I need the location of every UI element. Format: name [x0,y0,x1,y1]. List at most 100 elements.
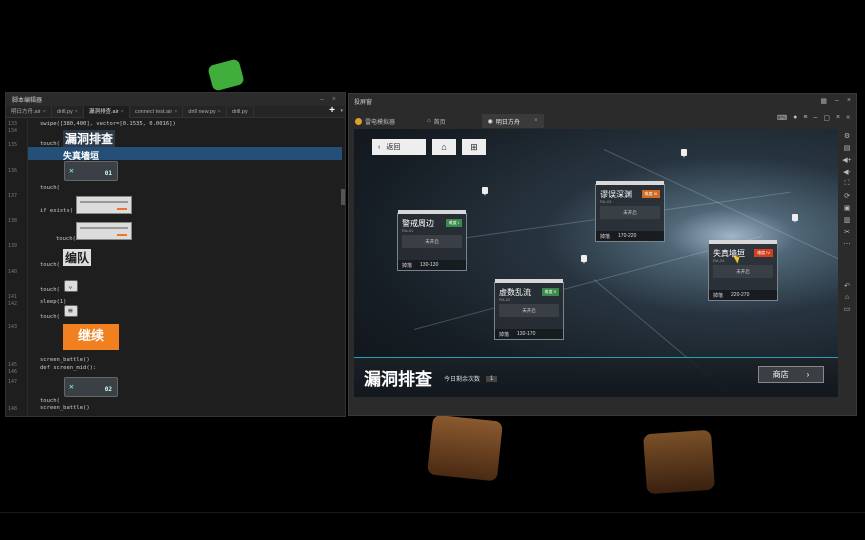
game-icon: ◉ [487,118,493,125]
remaining-count: 1 [486,375,498,382]
stage-drop-row: 掉落 220-270 [709,290,777,300]
gamepad-icon[interactable]: ⌨ [777,114,787,122]
drop-label: 掉落 [713,292,724,299]
window-controls[interactable]: ▦ – × [820,97,851,105]
add-tab-icon[interactable]: + [329,105,335,116]
snippet-team[interactable]: 编队 [63,249,92,266]
line-number: 147 [8,379,18,385]
code-line: def screen_mid(): [40,365,97,371]
tab-label: drill.py [231,108,248,115]
stage-drop-row: 掉落 130-130 [398,260,466,270]
fullscreen-icon[interactable]: ⛶ [845,180,850,188]
tab-emulator-home[interactable]: 雷电模拟器 [349,114,401,128]
keyboard-icon[interactable]: ▤ [844,144,851,152]
user-icon[interactable]: ● [793,114,797,122]
tab-label: drill new.py [188,108,216,115]
snippet-continue[interactable]: 继续 [63,324,119,350]
expand-icon[interactable]: « [846,114,850,122]
snippet-chip-01[interactable]: ✕ 01 [64,161,118,181]
tab-file[interactable]: 明日方舟.air × [6,105,52,118]
page-title: 漏洞排查 [364,370,432,390]
snippet-menu[interactable]: ≡ [64,305,78,317]
line-number: 140 [8,269,18,275]
tab-label: connect test.air [134,108,173,115]
close-icon[interactable]: × [218,109,221,115]
tab-file[interactable]: connect test.air × [130,105,184,118]
menu-icon[interactable]: ≡ [803,114,807,122]
minimize-icon[interactable]: – [835,97,839,105]
screenshot-icon[interactable]: ▣ [844,204,851,212]
recent-icon[interactable]: ▭ [844,305,851,313]
tab-file[interactable]: drill.py × [52,105,84,118]
tab-home[interactable]: ⌂ 首页 [421,114,452,128]
tab-arknights[interactable]: ◉ 明日方舟 × [481,114,544,128]
line-number: 139 [8,243,18,249]
volume-up-icon[interactable]: ◀+ [842,156,851,164]
code-line: touch( [40,141,60,147]
home-icon[interactable]: ⌂ [845,294,849,301]
volume-down-icon[interactable]: ◀- [843,168,851,176]
shop-button[interactable]: 商店 › [758,366,824,383]
drop-range: 130-170 [517,331,536,337]
game-screen[interactable]: ‹ 返回 ⌂ ⊞ 警戒周边 RA-01 难度 I 未开启 掉落 130-130 谬误… [354,129,838,397]
code-line: touch( [56,236,76,242]
terminal-button[interactable]: ⊞ [462,139,486,155]
close-icon[interactable]: × [43,109,46,115]
stage-code: RA-03 [600,199,612,204]
stage-status: 未开启 [402,235,462,248]
code-area[interactable]: 133 swipe([380,400], vector=[0.1535, 0.0… [6,119,345,416]
maximize-icon[interactable]: ▢ [823,114,830,122]
tab-file-active[interactable]: 漏洞排查.air × [84,105,130,118]
scissors-icon[interactable]: ✂ [844,228,850,236]
editor-title: 脚本编辑器 [12,98,43,104]
apk-icon[interactable]: ▥ [844,216,851,224]
crossed-icon: ✕ [69,382,74,391]
back-icon[interactable]: ↶ [844,282,850,290]
drop-range: 130-130 [420,262,439,268]
close-icon[interactable]: × [121,109,124,115]
difficulty-badge: 难度 IV [754,249,773,257]
close-icon[interactable]: × [534,118,538,124]
home-button[interactable]: ⌂ [432,139,456,155]
ldplayer-icon [355,117,362,125]
stage-node[interactable]: 谬误深渊 RA-03 难度 III 未开启 掉落 170-220 [595,181,665,242]
line-number: 134 [8,128,18,134]
tab-file[interactable]: drill.py [227,105,254,118]
tab-file[interactable]: drill new.py × [183,105,227,118]
back-label: 返回 [386,144,401,151]
panel-bar [80,201,128,203]
node-header [709,240,777,244]
close-icon[interactable]: × [75,109,78,115]
difficulty-badge: 难度 III [641,190,660,198]
code-line: touch( [40,185,60,191]
scrollbar[interactable] [341,189,345,205]
snippet-dropdown[interactable]: ⌄ [64,280,78,292]
more-icon[interactable]: ⋯ [844,240,851,248]
remaining-label: 今日剩余次数 [444,377,481,383]
snippet-loophole[interactable]: 漏洞排查 [63,130,116,147]
minimize-icon[interactable]: – [813,114,817,122]
code-line: screen_battle() [40,357,90,363]
grid-icon[interactable]: ▦ [820,97,827,105]
stage-node[interactable]: 警戒周边 RA-01 难度 I 未开启 掉落 130-130 [397,210,467,271]
script-editor-window: 脚本编辑器 – × 明日方舟.air × drill.py × 漏洞排查.air × … [5,92,346,417]
snippet-chip-02[interactable]: ✕ 02 [64,377,118,397]
rotate-icon[interactable]: ⟳ [844,192,850,200]
close-icon[interactable]: × [847,97,851,105]
window-controls[interactable]: – × [320,96,339,103]
settings-icon[interactable]: ⚙ [844,132,850,140]
editor-tabs: 明日方舟.air × drill.py × 漏洞排查.air × connect te… [6,105,345,118]
back-button[interactable]: ‹ 返回 [372,139,426,155]
close-icon[interactable]: × [836,114,840,122]
snippet-panel[interactable] [76,196,132,214]
emulator-title: 投屏窗 [354,99,373,106]
emulator-sidebar: ⚙ ▤ ◀+ ◀- ⛶ ⟳ ▣ ▥ ✂ ⋯ ↶ ⌂ ▭ [838,128,856,415]
panel-accent [117,208,127,210]
stage-node[interactable]: 失真墙垣 RA-04 难度 IV 未开启 掉落 220-270 [708,240,778,301]
snippet-panel[interactable] [76,222,132,240]
chip-number: 01 [104,170,112,177]
chevron-down-icon[interactable]: ▾ [340,108,343,114]
stage-node[interactable]: 虚数乱流 RA-02 难度 II 未开启 掉落 130-170 [494,279,564,340]
stage-code: RA-04 [713,258,725,263]
close-icon[interactable]: × [174,109,177,115]
